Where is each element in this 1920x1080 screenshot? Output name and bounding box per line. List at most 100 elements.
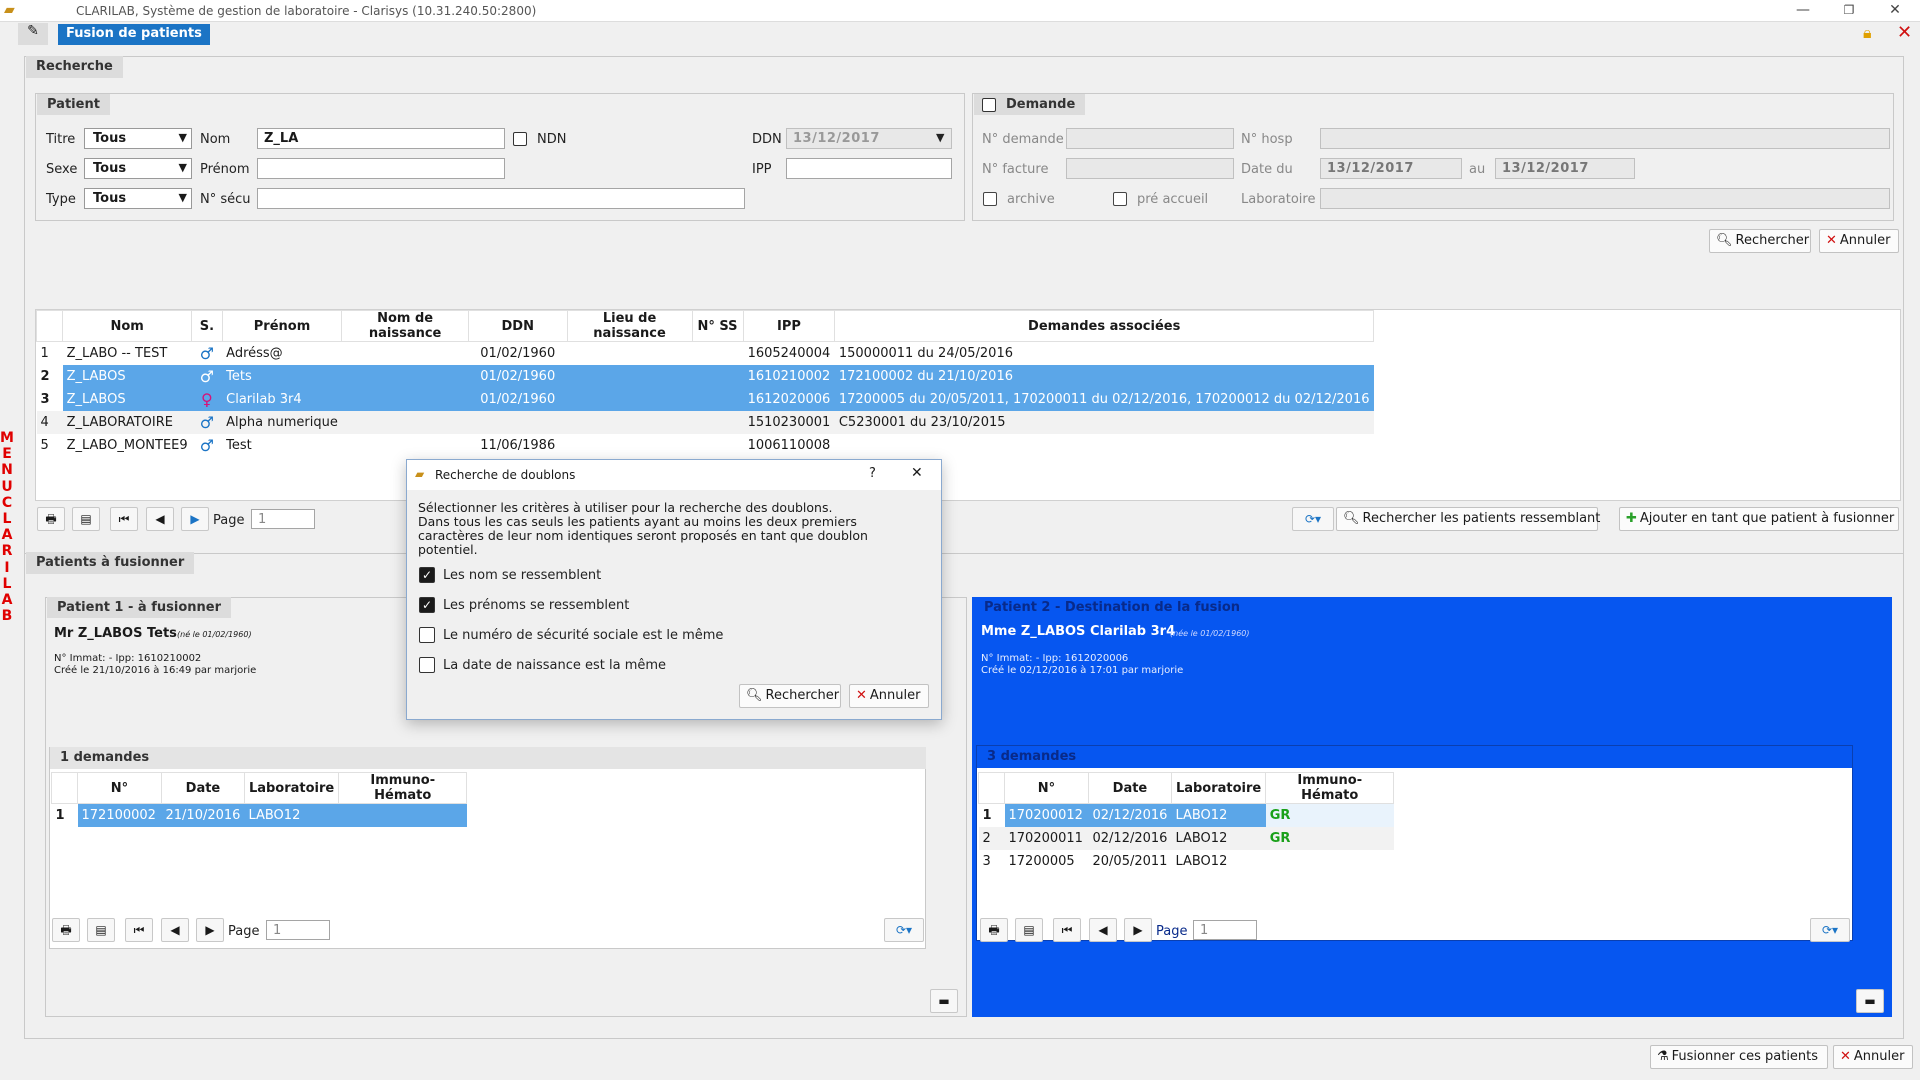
restore-icon[interactable]: ❐	[1834, 3, 1864, 17]
first-page-icon[interactable]: ⏮	[125, 918, 153, 942]
prev-page-icon[interactable]: ◀	[1089, 918, 1117, 942]
nsecu-input[interactable]	[257, 188, 745, 209]
pin-icon[interactable]: ✎	[18, 23, 48, 45]
table-row[interactable]: 3 17200005 20/05/2011 LABO12	[979, 850, 1394, 873]
table-row[interactable]: 1 172100002 21/10/2016 LABO12	[51, 803, 467, 827]
option-ddn-checkbox[interactable]	[419, 657, 435, 673]
ndn-checkbox[interactable]	[513, 132, 527, 146]
annuler-fusion-button[interactable]: ✕ Annuler	[1833, 1045, 1913, 1069]
sexe-select[interactable]: Tous ▼	[84, 158, 192, 179]
print-icon[interactable]: 🖶	[980, 918, 1008, 942]
col-header-num[interactable]: N°	[77, 772, 162, 804]
col-header-ddn[interactable]: DDN	[467, 310, 568, 342]
collapse-icon[interactable]: ▬	[1856, 989, 1884, 1013]
demande-checkbox[interactable]	[982, 98, 996, 112]
ddn-date-input[interactable]: 13/12/2017 ▼	[786, 128, 952, 149]
col-header-nomnaissance[interactable]: Nom de naissance	[341, 310, 469, 342]
left-menu-clarilab[interactable]: M E N U C L A R I L A B	[0, 430, 14, 624]
fusionner-button[interactable]: ⚗ Fusionner ces patients	[1650, 1045, 1828, 1069]
ipp-input[interactable]	[786, 158, 952, 179]
annuler-search-button[interactable]: ✕ Annuler	[1819, 229, 1899, 253]
minimize-icon[interactable]: —	[1788, 2, 1818, 18]
patient1-demandes-title: 1 demandes	[50, 747, 926, 769]
titre-select[interactable]: Tous ▼	[84, 128, 192, 149]
cell-num: 172100002	[77, 803, 162, 827]
first-page-icon[interactable]: ⏮	[1053, 918, 1081, 942]
lock-icon[interactable]: 🔒︎	[1863, 23, 1872, 43]
option-prenom-checkbox[interactable]: ✓	[419, 597, 435, 613]
table-row[interactable]: 1 Z_LABO -- TEST ♂ Adréss@ 01/02/1960 16…	[37, 342, 1374, 365]
prev-page-icon[interactable]: ◀	[146, 507, 174, 531]
first-page-icon[interactable]: ⏮	[110, 507, 138, 531]
col-header-nom[interactable]: Nom	[62, 310, 193, 342]
col-header-ipp[interactable]: IPP	[742, 310, 836, 342]
export-icon[interactable]: ▤	[72, 507, 100, 531]
col-header-immuno[interactable]: Immuno-Hémato	[1265, 772, 1395, 804]
cell-nomnaissance	[341, 410, 469, 434]
results-grid: Nom S. Prénom Nom de naissance DDN Lieu …	[35, 309, 1901, 501]
patient2-created: Créé le 02/12/2016 à 17:01 par marjorie	[981, 665, 1184, 676]
ajouter-fusionner-button[interactable]: ✚ Ajouter en tant que patient à fusionner	[1619, 507, 1899, 531]
preaccueil-checkbox[interactable]	[1113, 192, 1127, 206]
rechercher-button[interactable]: 🔍︎ Rechercher	[1709, 229, 1811, 253]
prenom-input[interactable]	[257, 158, 505, 179]
export-icon[interactable]: ▤	[87, 918, 115, 942]
type-select[interactable]: Tous ▼	[84, 188, 192, 209]
print-icon[interactable]: 🖶	[52, 918, 80, 942]
menu-letter: A	[1, 527, 13, 544]
refresh-options-icon[interactable]: ⟳▾	[1292, 507, 1334, 531]
dialog-rechercher-button[interactable]: 🔍︎ Rechercher	[739, 684, 841, 708]
table-row[interactable]: 3 Z_LABOS ♀ Clarilab 3r4 01/02/1960 1612…	[36, 387, 1374, 411]
page-input[interactable]: 1	[1193, 920, 1257, 940]
laboratoire-input[interactable]	[1320, 188, 1890, 209]
table-row[interactable]: 1 170200012 02/12/2016 LABO12 GR	[979, 803, 1394, 827]
table-row[interactable]: 2 170200011 02/12/2016 LABO12 GR	[978, 826, 1394, 850]
nom-input[interactable]: Z_LA	[257, 128, 505, 149]
cell-ddn: 01/02/1960	[468, 387, 568, 411]
next-page-icon[interactable]: ▶	[1124, 918, 1152, 942]
option-nom-checkbox[interactable]: ✓	[419, 567, 435, 583]
print-icon[interactable]: 🖶	[37, 507, 65, 531]
ndemande-input[interactable]	[1066, 128, 1234, 149]
col-header-immuno[interactable]: Immuno-Hémato	[338, 772, 468, 804]
col-header-demandes[interactable]: Demandes associées	[834, 310, 1374, 342]
help-icon[interactable]: ?	[869, 466, 876, 481]
archive-checkbox[interactable]	[983, 192, 997, 206]
nfacture-input[interactable]	[1066, 158, 1234, 179]
col-header-labo[interactable]: Laboratoire	[1170, 772, 1267, 804]
tab-fusion-patients[interactable]: Fusion de patients	[58, 24, 210, 45]
export-icon[interactable]: ▤	[1015, 918, 1043, 942]
cell-labo: LABO12	[244, 803, 339, 827]
cell-nss	[692, 342, 743, 365]
col-header-date[interactable]: Date	[1088, 772, 1172, 804]
col-header-num[interactable]: N°	[1004, 772, 1089, 804]
option-nss-checkbox[interactable]	[419, 627, 435, 643]
col-header-sexe[interactable]: S.	[191, 310, 223, 342]
datedu-input[interactable]: 13/12/2017	[1320, 158, 1462, 179]
prev-page-icon[interactable]: ◀	[161, 918, 189, 942]
refresh-options-icon[interactable]: ⟳▾	[884, 918, 924, 942]
collapse-icon[interactable]: ▬	[930, 989, 958, 1013]
col-header-lieu[interactable]: Lieu de naissance	[566, 310, 693, 342]
table-row[interactable]: 4 Z_LABORATOIRE ♂ Alpha numerique 151023…	[36, 410, 1374, 434]
close-tab-icon[interactable]: ✕	[1897, 22, 1912, 43]
refresh-options-icon[interactable]: ⟳▾	[1810, 918, 1850, 942]
next-page-icon[interactable]: ▶	[196, 918, 224, 942]
dialog-annuler-button[interactable]: ✕ Annuler	[849, 684, 929, 708]
table-row[interactable]: 5 Z_LABO_MONTEE9 ♂ Test 11/06/1986 10061…	[37, 434, 1374, 457]
page-input[interactable]: 1	[266, 920, 330, 940]
next-page-icon[interactable]: ▶	[181, 507, 209, 531]
nhosp-input[interactable]	[1320, 128, 1890, 149]
patient1-demandes-grid: N° Date Laboratoire Immuno-Hémato 1 1721…	[51, 772, 468, 827]
dialog-close-icon[interactable]: ✕	[911, 465, 923, 481]
au-input[interactable]: 13/12/2017	[1495, 158, 1635, 179]
col-header-date[interactable]: Date	[161, 772, 245, 804]
search-icon: 🔍︎	[1343, 511, 1360, 526]
col-header-labo[interactable]: Laboratoire	[243, 772, 340, 804]
col-header-prenom[interactable]: Prénom	[221, 310, 343, 342]
table-row[interactable]: 2 Z_LABOS ♂ Tets 01/02/1960 1610210002 1…	[36, 364, 1374, 388]
close-window-icon[interactable]: ✕	[1880, 2, 1910, 18]
col-header-nss[interactable]: N° SS	[691, 310, 744, 342]
rechercher-ressemblant-button[interactable]: 🔍︎ Rechercher les patients ressemblant	[1336, 507, 1600, 531]
page-input[interactable]: 1	[251, 509, 315, 529]
